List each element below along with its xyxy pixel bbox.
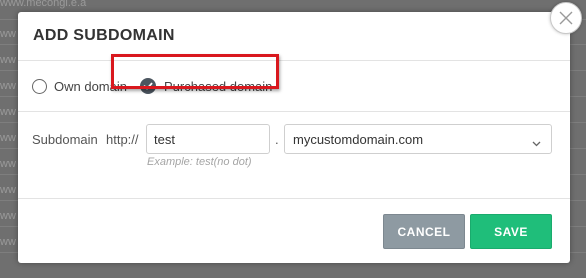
purchased-domain-radio[interactable]: Purchased domain [140, 77, 272, 95]
domain-separator: . [275, 132, 279, 147]
background-row-text: ww [0, 28, 16, 40]
background-row-text: ww [0, 184, 16, 196]
background-row-text: ww [0, 106, 16, 118]
background-row-text: ww [0, 236, 16, 248]
own-domain-radio[interactable]: Own domain [32, 77, 127, 95]
dialog-title: ADD SUBDOMAIN [33, 27, 175, 44]
radio-unchecked-icon [32, 78, 47, 94]
protocol-prefix: http:// [106, 132, 139, 147]
add-subdomain-dialog: ADD SUBDOMAIN Own domain Purchased domai… [18, 2, 582, 264]
close-button[interactable] [550, 2, 582, 34]
dialog-footer: CANCEL SAVE [18, 199, 570, 264]
purchased-domain-label: Purchased domain [164, 78, 273, 94]
dialog-header: ADD SUBDOMAIN [18, 12, 570, 61]
selected-domain-value: mycustomdomain.com [293, 132, 424, 147]
own-domain-label: Own domain [54, 78, 127, 94]
chevron-down-icon [532, 135, 541, 150]
subdomain-form-row: Subdomain http:// . mycustomdomain.com E… [18, 112, 570, 199]
close-icon [559, 11, 573, 25]
background-row-text: ww [0, 54, 16, 66]
checkmark-icon [140, 78, 156, 94]
background-row-text: ww [0, 132, 16, 144]
save-button[interactable]: SAVE [470, 214, 552, 249]
background-row-text: ww [0, 210, 16, 222]
domain-select[interactable]: mycustomdomain.com [284, 124, 552, 154]
domain-type-selector: Own domain Purchased domain [18, 61, 570, 112]
background-row-text: ww [0, 80, 16, 92]
background-row-text: ww [0, 158, 16, 170]
subdomain-hint: Example: test(no dot) [147, 156, 252, 168]
subdomain-input[interactable] [146, 124, 270, 154]
subdomain-label: Subdomain [32, 132, 98, 147]
background-row-text: www.mecongi.e.a [0, 0, 87, 9]
cancel-button[interactable]: CANCEL [383, 214, 465, 249]
